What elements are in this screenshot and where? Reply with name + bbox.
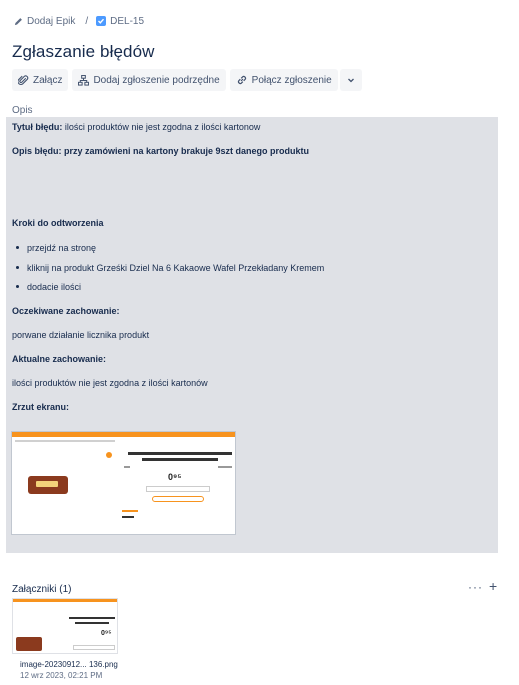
actual-header: Aktualne zachowanie: bbox=[12, 354, 107, 364]
favorite-icon bbox=[106, 452, 112, 458]
bug-title-line: Tytuł błędu: ilości produktów nie jest z… bbox=[12, 121, 260, 133]
page-title[interactable]: Zgłaszanie błędów bbox=[12, 42, 155, 62]
list-item: kliknij na produkt Grześki Dziel Na 6 Ka… bbox=[12, 262, 324, 274]
chevron-down-icon bbox=[347, 78, 354, 83]
description-field[interactable]: Tytuł błędu: ilości produktów nie jest z… bbox=[6, 117, 498, 553]
product-image bbox=[28, 476, 68, 494]
bug-title-text: ilości produktów nie jest zgodna z ilośc… bbox=[62, 122, 261, 132]
list-item: przejdź na stronę bbox=[12, 242, 96, 254]
issue-key-link[interactable]: DEL-15 bbox=[96, 16, 144, 27]
description-label: Opis bbox=[12, 105, 33, 116]
bug-title-label: Tytuł błędu: bbox=[12, 122, 63, 132]
attachment-date: 12 wrz 2023, 02:21 PM bbox=[20, 671, 103, 680]
add-epic-label: Dodaj Epik bbox=[27, 15, 76, 27]
pencil-icon bbox=[14, 17, 22, 25]
screenshot-header: Zrzut ekranu: bbox=[12, 402, 70, 412]
attachments-title: Załączniki (1) bbox=[12, 584, 72, 595]
expected-text: porwane działanie licznika produkt bbox=[12, 330, 150, 340]
attachment-thumbnail[interactable]: 0⁹⁵ bbox=[12, 598, 118, 654]
attach-label: Załącz bbox=[33, 74, 63, 86]
expected-header: Oczekiwane zachowanie: bbox=[12, 306, 120, 316]
add-child-issue-label: Dodaj zgłoszenie podrzędne bbox=[93, 74, 220, 86]
actual-text: ilości produktów nie jest zgodna z ilośc… bbox=[12, 378, 208, 388]
link-icon bbox=[237, 75, 246, 85]
breadcrumb-separator: / bbox=[85, 15, 89, 27]
embedded-screenshot-image[interactable]: 0⁹⁵ bbox=[11, 431, 236, 535]
add-child-issue-button[interactable]: Dodaj zgłoszenie podrzędne bbox=[72, 69, 226, 91]
attachments-more-button[interactable]: ··· bbox=[468, 580, 483, 594]
breadcrumb: Dodaj Epik / DEL-15 bbox=[14, 13, 144, 29]
attachment-filename: image-20230912... 136.png bbox=[20, 660, 118, 669]
hierarchy-icon bbox=[78, 74, 90, 86]
add-attachment-button[interactable]: + bbox=[489, 578, 497, 594]
paperclip-icon bbox=[18, 74, 29, 85]
list-item: dodacie ilości bbox=[12, 281, 81, 293]
attach-button[interactable]: Załącz bbox=[12, 69, 69, 91]
issue-key: DEL-15 bbox=[110, 15, 145, 27]
screenshot-price: 0⁹⁵ bbox=[168, 472, 182, 482]
steps-header: Kroki do odtworzenia bbox=[12, 218, 104, 228]
thumbnail-price: 0⁹⁵ bbox=[101, 630, 112, 637]
task-checkbox-icon bbox=[96, 16, 107, 26]
issue-toolbar: Załącz Dodaj zgłoszenie podrzędne Połącz… bbox=[12, 69, 362, 91]
more-actions-dropdown[interactable] bbox=[339, 69, 362, 91]
attachment-card[interactable]: 0⁹⁵ image-20230912... 136.png 12 wrz 202… bbox=[12, 598, 118, 682]
link-issue-button[interactable]: Połącz zgłoszenie bbox=[229, 69, 338, 91]
link-issue-label: Połącz zgłoszenie bbox=[251, 74, 332, 86]
bug-description: Opis błędu: przy zamówieni na kartony br… bbox=[12, 146, 310, 156]
add-epic-link[interactable]: Dodaj Epik bbox=[14, 16, 75, 27]
